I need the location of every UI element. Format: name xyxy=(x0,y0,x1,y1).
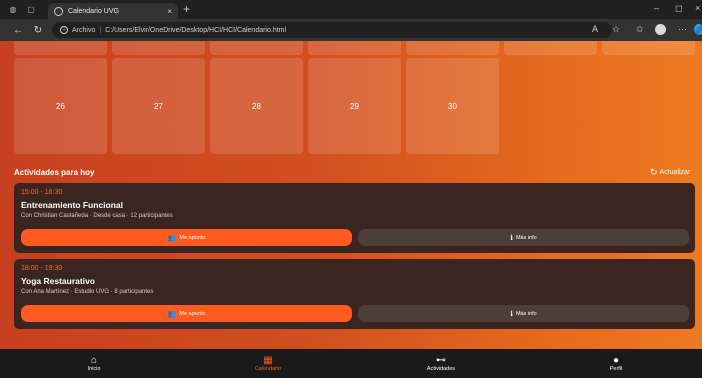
back-icon[interactable]: ← xyxy=(12,25,24,36)
refresh-label: Actualizar xyxy=(659,169,691,176)
favorites-icon[interactable]: ✩ xyxy=(636,24,644,35)
close-window-button[interactable]: × xyxy=(695,3,700,13)
calendar-previous-week-row xyxy=(14,41,702,55)
activity-card: 15:00 - 16:30 Entrenamiento Funcional Co… xyxy=(14,183,695,253)
refresh-button[interactable]: ↻ Actualizar xyxy=(650,167,690,178)
user-plus-icon: 👥 xyxy=(167,234,177,242)
activity-time: 15:00 - 16:30 xyxy=(21,189,63,196)
join-label: Me apunto xyxy=(179,234,206,241)
nav-label: Actividades xyxy=(426,366,456,372)
page-content: 26 27 28 29 30 Actividades para hoy ↻ Ac… xyxy=(0,41,702,349)
favorite-star-icon[interactable]: ☆ xyxy=(612,24,620,35)
address-bar[interactable]: i Archivo | C:/Users/Elvir/OneDrive/Desk… xyxy=(52,22,612,38)
calendar-day-cell[interactable] xyxy=(14,41,107,55)
activity-title: Entrenamiento Funcional xyxy=(21,200,124,210)
address-separator: | xyxy=(99,26,102,34)
activities-heading: Actividades para hoy xyxy=(14,168,95,177)
calendar-day-cell[interactable] xyxy=(210,41,303,55)
refresh-icon: ↻ xyxy=(650,167,658,177)
more-menu-icon[interactable]: ··· xyxy=(678,24,687,34)
profile-avatar[interactable] xyxy=(655,24,666,35)
browser-toolbar: ← ↻ i Archivo | C:/Users/Elvir/OneDrive/… xyxy=(0,19,702,41)
calendar-day-cell[interactable] xyxy=(112,41,205,55)
copilot-icon[interactable] xyxy=(694,24,702,35)
bottom-navigation: ⌂ Inicio ▦ Calendario ⊷ Actividades ● Pe… xyxy=(0,349,702,378)
user-icon: ● xyxy=(612,355,620,366)
nav-label: Inicio xyxy=(87,366,101,372)
nav-label: Calendario xyxy=(254,366,282,372)
home-icon: ⌂ xyxy=(90,355,98,366)
calendar-day-27[interactable]: 27 xyxy=(112,58,205,154)
workspaces-icon[interactable]: ◍ xyxy=(8,5,18,15)
activity-meta: Con Christian Castañeda · Desde casa · 1… xyxy=(21,213,173,219)
join-label: Me apunto xyxy=(179,310,206,317)
activity-card: 18:00 - 19:30 Yoga Restaurativo Con Ana … xyxy=(14,259,695,329)
nav-item-inicio[interactable]: ⌂ Inicio xyxy=(64,355,124,372)
info-circle-icon: ℹ xyxy=(510,234,513,242)
info-circle-icon: ℹ xyxy=(510,310,513,318)
join-button[interactable]: 👥 Me apunto xyxy=(21,305,352,322)
read-aloud-icon[interactable]: A xyxy=(592,24,598,34)
address-label: Archivo xyxy=(72,26,96,34)
activity-title: Yoga Restaurativo xyxy=(21,276,96,286)
join-button[interactable]: 👥 Me apunto xyxy=(21,229,352,246)
calendar-day-cell[interactable] xyxy=(406,41,499,55)
user-plus-icon: 👥 xyxy=(167,310,177,318)
tab-title: Calendario UVG xyxy=(68,7,119,15)
activity-meta: Con Ana Martínez · Estudio UVG · 8 parti… xyxy=(21,289,154,295)
nav-item-perfil[interactable]: ● Perfil xyxy=(586,355,646,372)
more-info-button[interactable]: ℹ Más info xyxy=(358,229,689,246)
browser-tab[interactable]: Calendario UVG × xyxy=(48,3,178,19)
nav-item-calendario[interactable]: ▦ Calendario xyxy=(238,355,298,372)
calendar-day-26[interactable]: 26 xyxy=(14,58,107,154)
calendar-day-cell[interactable] xyxy=(504,41,597,55)
globe-icon xyxy=(54,6,63,16)
minimize-button[interactable]: – xyxy=(654,3,659,13)
dumbbell-icon: ⊷ xyxy=(436,355,446,366)
address-url: C:/Users/Elvir/OneDrive/Desktop/HCI/HCI/… xyxy=(105,26,287,34)
calendar-day-30[interactable]: 30 xyxy=(406,58,499,154)
activity-time: 18:00 - 19:30 xyxy=(21,265,63,272)
more-info-button[interactable]: ℹ Más info xyxy=(358,305,689,322)
tab-actions-icon[interactable]: ▢ xyxy=(26,5,36,15)
close-tab-icon[interactable]: × xyxy=(167,7,172,16)
calendar-day-28[interactable]: 28 xyxy=(210,58,303,154)
calendar-day-cell[interactable] xyxy=(308,41,401,55)
more-info-label: Más info xyxy=(515,310,537,317)
reload-icon[interactable]: ↻ xyxy=(32,25,44,36)
calendar-day-cell[interactable] xyxy=(602,41,695,55)
nav-item-actividades[interactable]: ⊷ Actividades xyxy=(411,355,471,372)
info-icon[interactable]: i xyxy=(60,26,68,34)
browser-tab-bar: ◍ ▢ Calendario UVG × + – ◻ × xyxy=(0,0,702,19)
more-info-label: Más info xyxy=(515,234,537,241)
calendar-day-29[interactable]: 29 xyxy=(308,58,401,154)
maximize-button[interactable]: ◻ xyxy=(675,3,682,14)
calendar-icon: ▦ xyxy=(263,355,273,366)
new-tab-button[interactable]: + xyxy=(183,2,190,16)
nav-label: Perfil xyxy=(609,366,623,372)
